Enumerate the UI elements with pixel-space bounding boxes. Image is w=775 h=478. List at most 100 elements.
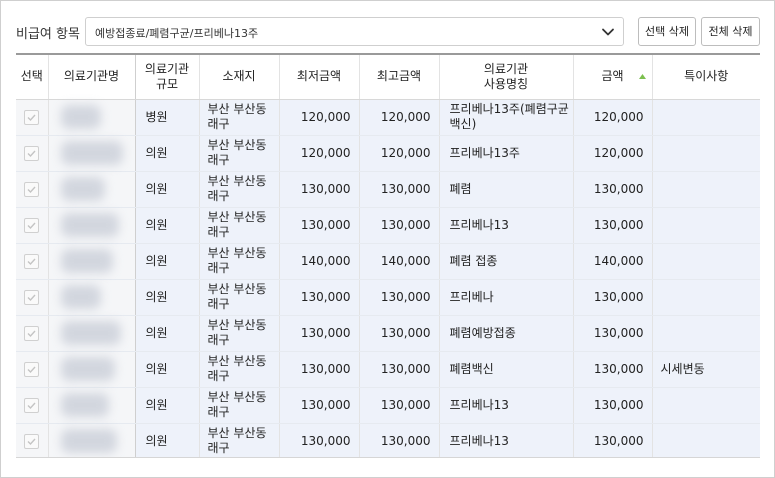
redacted-institution-name: [48, 207, 136, 244]
cell-min: 120,000: [279, 135, 360, 172]
redacted-institution-name: [48, 99, 136, 136]
cell-min: 140,000: [279, 243, 360, 280]
row-checkbox[interactable]: [24, 253, 40, 269]
cell-max: 130,000: [359, 171, 440, 208]
cell-min: 130,000: [279, 423, 360, 457]
cell-max: 120,000: [359, 135, 440, 172]
row-checkbox[interactable]: [24, 109, 40, 125]
cell-amount: 130,000: [573, 207, 653, 244]
cell-note: [652, 387, 760, 424]
row-checkbox[interactable]: [24, 145, 40, 161]
cell-location: 부산 부산동 래구: [199, 279, 280, 316]
sort-ascending-icon: [638, 74, 646, 79]
cell-location: 부산 부산동 래구: [199, 99, 280, 136]
cell-note: [652, 423, 760, 457]
cell-usename: 프리베나13: [439, 387, 574, 424]
checkmark-icon: [27, 402, 36, 409]
row-checkbox-cell: [16, 279, 49, 316]
cell-amount: 120,000: [573, 135, 653, 172]
redacted-institution-name: [48, 171, 136, 208]
table-row[interactable]: 의원 부산 부산동 래구 130,000 130,000 폐렴예방접종 130,000: [16, 315, 760, 352]
cell-usename-line1: 폐렴백신: [449, 361, 494, 376]
row-checkbox[interactable]: [24, 181, 40, 197]
row-checkbox[interactable]: [24, 289, 40, 305]
cell-note: [652, 207, 760, 244]
cell-usename: 폐렴예방접종: [439, 315, 574, 352]
cell-note: 시세변동: [652, 351, 760, 388]
header-amount[interactable]: 금액: [573, 55, 653, 100]
cell-location-line2: 래구: [207, 297, 230, 311]
cell-location-line1: 부산 부산동: [207, 426, 267, 440]
row-checkbox-cell: [16, 135, 49, 172]
header-location[interactable]: 소재지: [199, 55, 280, 100]
table-row[interactable]: 병원 부산 부산동 래구 120,000 120,000 프리베나13주(폐렴구균 백신) 1…: [16, 99, 760, 136]
redacted-institution-name: [48, 315, 136, 352]
chevron-down-icon: [602, 28, 614, 36]
nonpay-item-select[interactable]: 예방접종료/폐렴구균/프리베나13주: [85, 17, 624, 46]
header-max[interactable]: 최고금액: [359, 55, 440, 100]
row-checkbox-cell: [16, 207, 49, 244]
cell-location: 부산 부산동 래구: [199, 135, 280, 172]
header-note[interactable]: 특이사항: [652, 55, 760, 100]
cell-usename: 프리베나13: [439, 423, 574, 457]
checkmark-icon: [27, 186, 36, 193]
table-row[interactable]: 의원 부산 부산동 래구 130,000 130,000 프리베나 130,000: [16, 279, 760, 316]
cell-location: 부산 부산동 래구: [199, 423, 280, 457]
cell-note: [652, 99, 760, 136]
table-row[interactable]: 의원 부산 부산동 래구 130,000 130,000 프리베나13 130,000: [16, 207, 760, 244]
table-row[interactable]: 의원 부산 부산동 래구 120,000 120,000 프리베나13주 120,000: [16, 135, 760, 172]
cell-location-line2: 래구: [207, 261, 230, 275]
header-usename-line1: 의료기관: [483, 61, 529, 76]
redacted-institution-name: [48, 351, 136, 388]
header-scale-line1: 의료기관: [144, 61, 190, 76]
header-scale[interactable]: 의료기관 규모: [135, 55, 200, 100]
cell-usename-line1: 프리베나13: [449, 217, 509, 232]
cell-usename-line1: 폐렴예방접종: [449, 325, 516, 340]
table-row[interactable]: 의원 부산 부산동 래구 130,000 130,000 폐렴백신 130,000 시세변동: [16, 351, 760, 388]
cell-location-line2: 래구: [207, 333, 230, 347]
cell-location-line1: 부산 부산동: [207, 354, 267, 368]
cell-min: 120,000: [279, 99, 360, 136]
cell-location: 부산 부산동 래구: [199, 243, 280, 280]
cell-scale: 의원: [135, 315, 200, 352]
cell-scale: 의원: [135, 423, 200, 457]
cell-location-line1: 부산 부산동: [207, 210, 267, 224]
header-amount-label: 금액: [601, 69, 624, 84]
cell-max: 120,000: [359, 99, 440, 136]
header-min[interactable]: 최저금액: [279, 55, 360, 100]
cell-min: 130,000: [279, 207, 360, 244]
redacted-institution-name: [48, 423, 136, 457]
cell-usename: 프리베나13주(폐렴구균 백신): [439, 99, 574, 136]
cell-location-line2: 래구: [207, 189, 230, 203]
row-checkbox[interactable]: [24, 433, 40, 449]
row-checkbox-cell: [16, 171, 49, 208]
cell-location-line2: 래구: [207, 441, 230, 455]
table-row[interactable]: 의원 부산 부산동 래구 130,000 130,000 프리베나13 130,000: [16, 387, 760, 424]
results-table: 선택 의료기관명 의료기관 규모 소재지 최저금액 최고금액 의료기관 사용명칭…: [16, 55, 760, 457]
table-row[interactable]: 의원 부산 부산동 래구 140,000 140,000 폐렴 접종 140,000: [16, 243, 760, 280]
delete-all-button[interactable]: 전체 삭제: [701, 17, 760, 46]
cell-max: 130,000: [359, 315, 440, 352]
row-checkbox[interactable]: [24, 217, 40, 233]
cell-note: [652, 243, 760, 280]
row-checkbox[interactable]: [24, 325, 40, 341]
cell-location-line2: 래구: [207, 405, 230, 419]
cell-usename-line1: 프리베나13: [449, 433, 509, 448]
row-checkbox[interactable]: [24, 397, 40, 413]
delete-selected-button[interactable]: 선택 삭제: [638, 17, 696, 46]
cell-location: 부산 부산동 래구: [199, 351, 280, 388]
header-name[interactable]: 의료기관명: [48, 55, 136, 100]
row-checkbox-cell: [16, 243, 49, 280]
redacted-institution-name: [48, 243, 136, 280]
table-row[interactable]: 의원 부산 부산동 래구 130,000 130,000 프리베나13 130,000: [16, 423, 760, 457]
redacted-institution-name: [48, 279, 136, 316]
row-checkbox[interactable]: [24, 361, 40, 377]
table-row[interactable]: 의원 부산 부산동 래구 130,000 130,000 폐렴 130,000: [16, 171, 760, 208]
cell-usename: 폐렴백신: [439, 351, 574, 388]
cell-location-line2: 래구: [207, 369, 230, 383]
cell-min: 130,000: [279, 279, 360, 316]
cell-usename: 폐렴: [439, 171, 574, 208]
cell-usename-line1: 프리베나13주: [449, 145, 520, 160]
header-usename[interactable]: 의료기관 사용명칭: [439, 55, 574, 100]
cell-usename: 프리베나: [439, 279, 574, 316]
